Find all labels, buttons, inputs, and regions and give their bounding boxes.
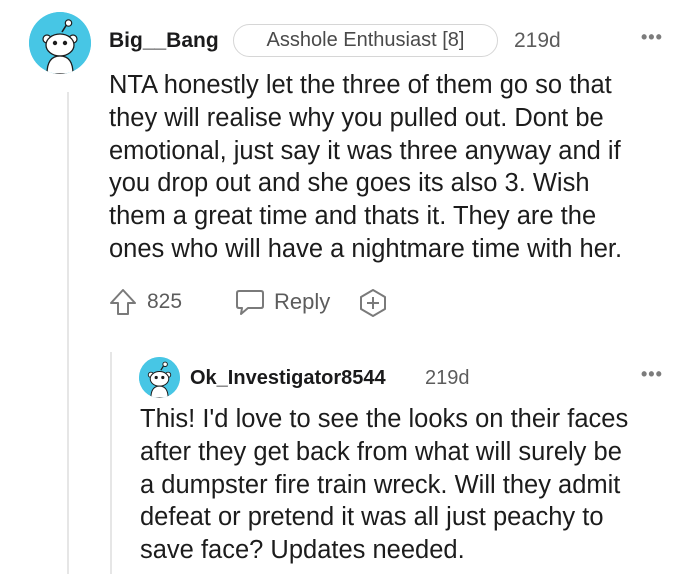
- upvote-button[interactable]: 825: [108, 286, 182, 318]
- reply-author[interactable]: Ok_Investigator8544: [190, 366, 386, 390]
- comment-body: NTA honestly let the three of them go so…: [109, 71, 623, 263]
- reply-body: This! I'd love to see the looks on their…: [140, 405, 629, 565]
- upvote-arrow-icon: [110, 289, 136, 315]
- more-options-icon[interactable]: •••: [641, 24, 663, 50]
- snoo-avatar-icon: [29, 12, 91, 74]
- vote-count: 825: [147, 290, 183, 313]
- avatar[interactable]: [29, 12, 91, 74]
- user-flair-label: Asshole Enthusiast [8]: [266, 29, 465, 51]
- reply-button[interactable]: Reply: [234, 286, 330, 318]
- snoo-avatar-icon: [139, 357, 180, 398]
- thread-line-reply[interactable]: [110, 352, 112, 574]
- user-flair: Asshole Enthusiast [8]: [233, 24, 498, 57]
- reply-label: Reply: [274, 289, 331, 314]
- comment-age: 219d: [514, 29, 561, 52]
- reply-avatar[interactable]: [139, 357, 180, 398]
- more-options-icon[interactable]: •••: [641, 361, 663, 387]
- comment-author[interactable]: Big__Bang: [109, 28, 219, 54]
- thread-line-main[interactable]: [67, 92, 69, 574]
- reply-age: 219d: [425, 367, 470, 389]
- award-button[interactable]: [357, 288, 389, 318]
- reply-bubble-icon: [236, 290, 264, 315]
- add-award-icon: [360, 289, 386, 317]
